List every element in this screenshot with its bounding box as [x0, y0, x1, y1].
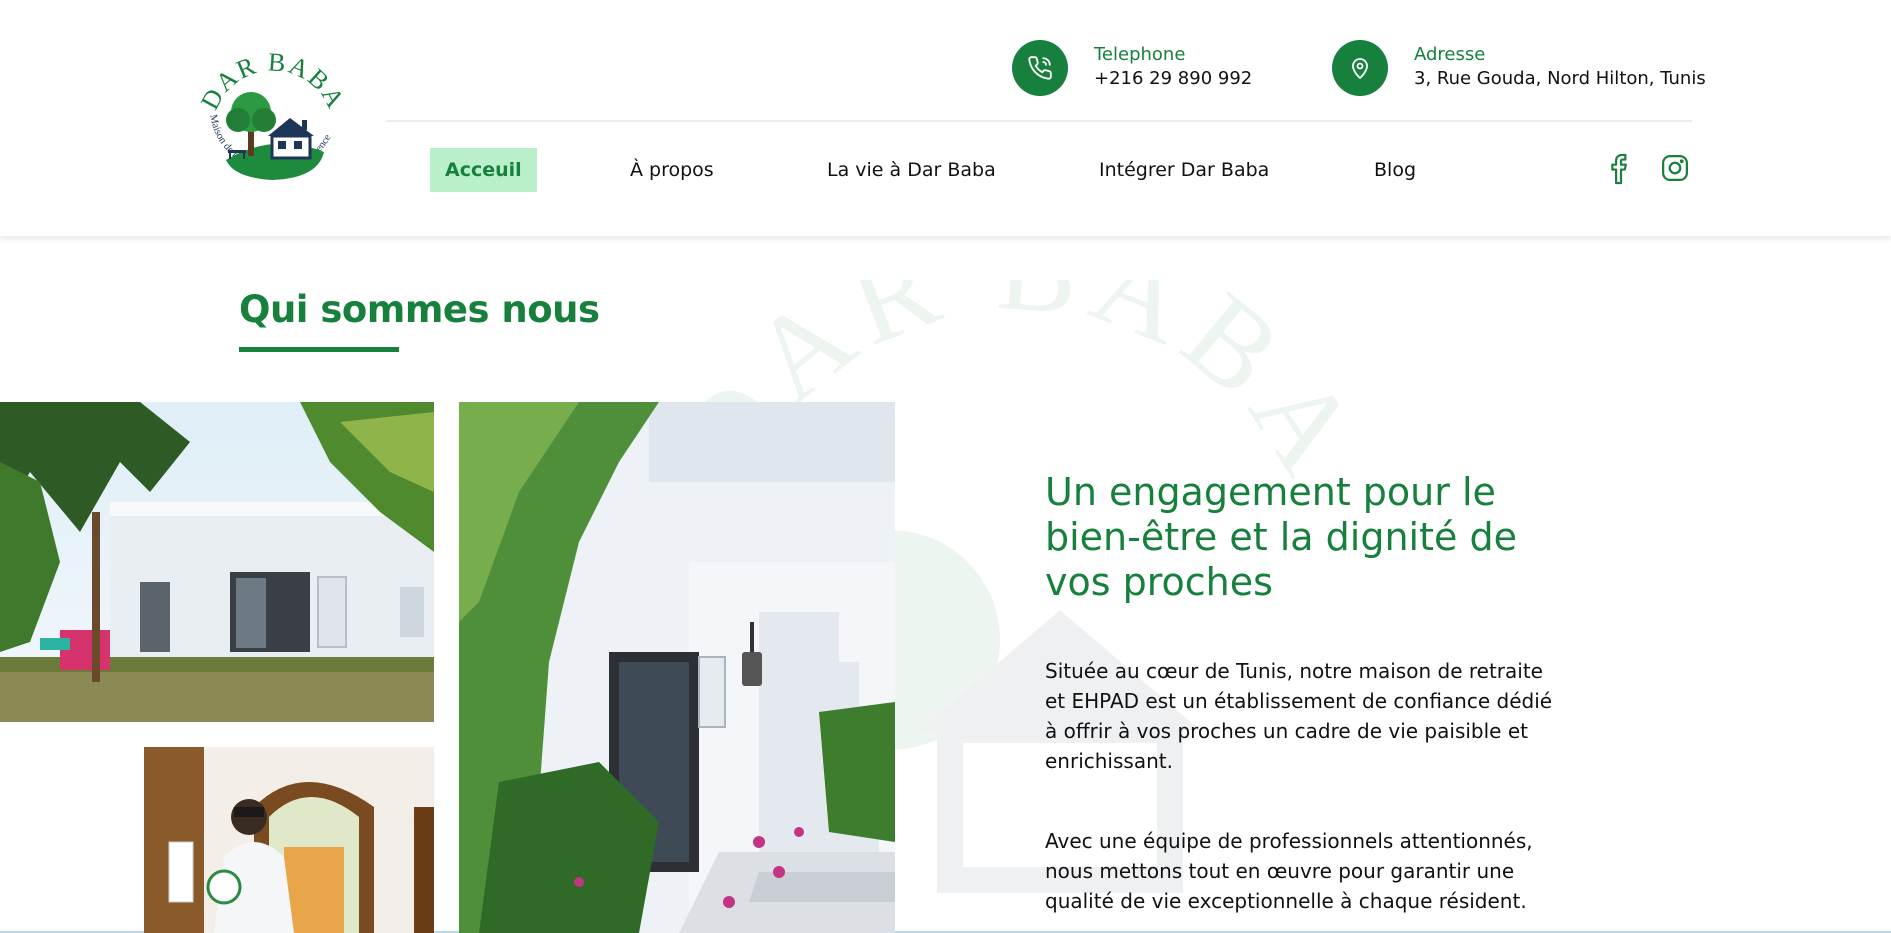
map-pin-icon[interactable]	[1332, 40, 1388, 96]
address-value[interactable]: 3, Rue Gouda, Nord Hilton, Tunis	[1414, 66, 1706, 92]
phone-contact: Telephone +216 29 890 992	[1012, 40, 1252, 96]
entrance-photo	[459, 402, 895, 933]
about-paragraph-2: Avec une équipe de professionnels attent…	[1045, 829, 1533, 913]
house-garden-photo	[0, 402, 434, 722]
nav-item-blog[interactable]: Blog	[1374, 148, 1416, 192]
site-header: DAR BABA Maison de retraite et de conval…	[0, 0, 1891, 236]
instagram-icon[interactable]	[1660, 152, 1690, 188]
nav-item-la-vie[interactable]: La vie à Dar Baba	[827, 148, 996, 192]
logo[interactable]: DAR BABA Maison de retraite et de conval…	[195, 40, 349, 195]
logo-title: DAR BABA	[195, 47, 349, 114]
phone-number[interactable]: +216 29 890 992	[1094, 66, 1252, 92]
address-label: Adresse	[1414, 44, 1486, 65]
svg-text:DAR BABA: DAR BABA	[198, 47, 348, 114]
title-underline	[239, 347, 399, 352]
nav-item-acceuil[interactable]: Acceuil	[430, 148, 537, 192]
about-headline: Un engagement pour le bien-être et la di…	[1045, 470, 1517, 604]
phone-icon[interactable]	[1012, 40, 1068, 96]
nav-item-integrer[interactable]: Intégrer Dar Baba	[1099, 148, 1269, 192]
phone-label: Telephone	[1094, 44, 1186, 65]
section-title: Qui sommes nous	[239, 288, 600, 331]
nav-item-a-propos[interactable]: À propos	[630, 148, 714, 192]
header-divider	[386, 120, 1692, 122]
facebook-icon[interactable]	[1608, 152, 1634, 190]
address-contact: Adresse 3, Rue Gouda, Nord Hilton, Tunis	[1332, 40, 1706, 96]
staff-doorway-photo	[144, 747, 434, 933]
about-paragraph-1: Située au cœur de Tunis, notre maison de…	[1045, 659, 1553, 773]
